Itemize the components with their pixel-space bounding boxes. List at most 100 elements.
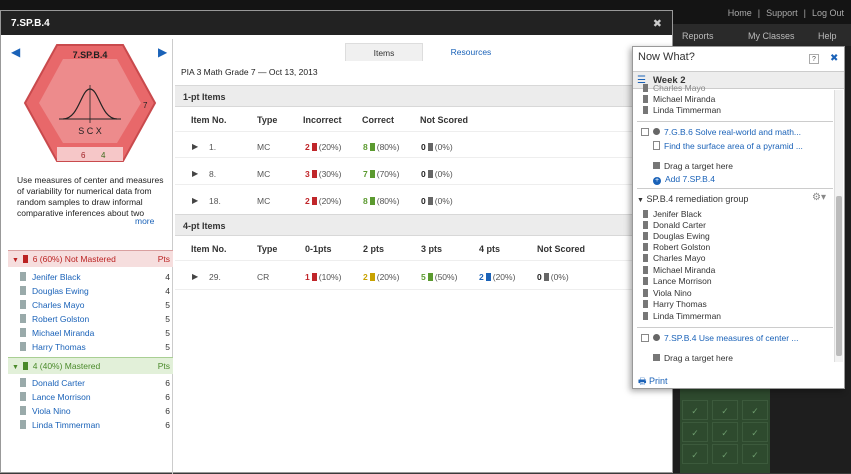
list-item: Lance Morrison <box>643 276 712 287</box>
student-row[interactable]: Viola Nino 6 <box>20 404 170 418</box>
four-pt-section-header: 4-pt Items <box>175 214 673 236</box>
group-label: 6 (60%) Not Mastered <box>32 254 116 264</box>
col-2pts: 2 pts <box>363 244 385 254</box>
person-icon <box>427 273 433 281</box>
student-row[interactable]: Lance Morrison 6 <box>20 390 170 404</box>
person-icon <box>643 312 648 320</box>
home-link[interactable]: Home <box>728 8 752 18</box>
person-icon <box>20 378 26 387</box>
list-item: Harry Thomas <box>643 299 707 310</box>
person-icon <box>369 273 375 281</box>
collapse-triangle-icon: ▼ <box>637 197 644 204</box>
student-row[interactable]: Linda Timmerman 6 <box>20 418 170 432</box>
close-icon[interactable]: ✖ <box>653 17 662 30</box>
add-standard-button[interactable]: + Add 7.SP.B.4 <box>653 174 715 185</box>
checkbox[interactable] <box>641 334 649 342</box>
person-icon <box>20 420 26 429</box>
grid-check: ✓ <box>682 400 708 420</box>
person-icon <box>643 277 648 285</box>
col-4pts: 4 pts <box>479 244 501 254</box>
close-panel-icon[interactable]: ✖ <box>830 53 838 64</box>
standard-sidebar: ◀ ▶ 7.SP.B.4 S C X 7 6 4 Use measures of… <box>8 39 173 474</box>
scrollbar-thumb[interactable] <box>836 196 842 356</box>
person-icon <box>643 243 648 251</box>
student-row[interactable]: Robert Golston 5 <box>20 312 170 326</box>
now-what-panel: Now What? ? ✖ ☰ Week 2 Charles Mayo Mich… <box>632 46 845 389</box>
student-row[interactable]: Harry Thomas 5 <box>20 340 170 354</box>
tab-reports[interactable]: Reports <box>682 28 714 44</box>
next-standard-icon[interactable]: ▶ <box>158 45 167 59</box>
items-panel: Items Resources PIA 3 Math Grade 7 — Oct… <box>175 39 673 474</box>
logout-link[interactable]: Log Out <box>812 8 844 18</box>
resource-row[interactable]: Find the surface area of a pyramid ... <box>653 141 803 152</box>
student-row[interactable]: Douglas Ewing 4 <box>20 284 170 298</box>
drag-target[interactable]: Drag a target here <box>653 161 733 172</box>
student-row[interactable]: Charles Mayo 5 <box>20 298 170 312</box>
background-tabs: Reports My Classes Help <box>672 24 851 46</box>
prev-standard-icon[interactable]: ◀ <box>11 45 20 59</box>
scrollbar[interactable] <box>834 90 843 362</box>
target-row[interactable]: 7.G.B.6 Solve real-world and math... <box>641 127 801 138</box>
tab-my-classes[interactable]: My Classes <box>748 28 795 44</box>
tab-items[interactable]: Items <box>345 43 423 61</box>
background-grid: ✓ ✓ ✓ ✓ ✓ ✓ ✓ ✓ ✓ <box>680 385 770 473</box>
support-link[interactable]: Support <box>766 8 798 18</box>
grid-check: ✓ <box>742 400 768 420</box>
person-icon <box>427 197 433 205</box>
grid-check: ✓ <box>682 422 708 442</box>
student-row[interactable]: Donald Carter 6 <box>20 376 170 390</box>
not-mastered-group-header[interactable]: ▼ 6 (60%) Not Mastered Pts <box>8 250 173 267</box>
modal-title: 7.SP.B.4 <box>11 18 50 29</box>
drag-target[interactable]: Drag a target here <box>653 353 733 364</box>
collapse-triangle-icon[interactable]: ▼ <box>12 364 19 371</box>
col-not-scored: Not Scored <box>420 115 469 125</box>
person-icon <box>369 197 375 205</box>
person-icon <box>311 273 317 281</box>
document-icon <box>653 141 660 150</box>
person-icon <box>543 273 549 281</box>
help-icon[interactable]: ? <box>809 54 819 64</box>
list-item: Douglas Ewing <box>643 231 710 242</box>
person-icon <box>643 300 648 308</box>
now-what-title: Now What? <box>638 51 695 63</box>
grid-check: ✓ <box>742 444 768 464</box>
target-row[interactable]: 7.SP.B.4 Use measures of center ... <box>641 333 799 344</box>
printer-icon: 🖶 <box>638 376 647 386</box>
expand-triangle-icon[interactable]: ▶ <box>192 142 198 151</box>
col-3pts: 3 pts <box>421 244 443 254</box>
badge-count-right: 7 <box>143 101 148 110</box>
expand-triangle-icon[interactable]: ▶ <box>192 169 198 178</box>
expand-triangle-icon[interactable]: ▶ <box>192 196 198 205</box>
person-icon <box>643 266 648 274</box>
gear-icon[interactable]: ⚙▾ <box>812 192 826 203</box>
collapse-triangle-icon[interactable]: ▼ <box>12 257 19 264</box>
student-row[interactable]: Michael Miranda 5 <box>20 326 170 340</box>
student-row[interactable]: Jenifer Black 4 <box>20 270 170 284</box>
remediation-group-header[interactable]: ▼ SP.B.4 remediation group <box>637 194 748 204</box>
standard-detail-modal: 7.SP.B.4 ✖ ◀ ▶ 7.SP.B.4 S C X 7 6 4 Use … <box>0 10 673 474</box>
person-icon <box>643 106 648 114</box>
person-icon <box>20 286 26 295</box>
mastered-group-header[interactable]: ▼ 4 (40%) Mastered Pts <box>8 357 173 374</box>
pts-header: Pts <box>157 254 170 264</box>
person-icon <box>643 221 648 229</box>
person-icon <box>23 362 29 370</box>
person-icon <box>643 210 648 218</box>
standard-dot-icon <box>653 334 660 341</box>
person-icon <box>485 273 491 281</box>
person-icon <box>643 84 648 92</box>
col-correct: Correct <box>362 115 395 125</box>
print-button[interactable]: 🖶 Print <box>638 374 668 390</box>
col-incorrect: Incorrect <box>303 115 342 125</box>
more-link[interactable]: more <box>135 216 154 226</box>
person-icon <box>20 392 26 401</box>
drop-zone-icon <box>653 162 660 169</box>
person-icon <box>369 170 375 178</box>
checkbox[interactable] <box>641 128 649 136</box>
tab-resources[interactable]: Resources <box>441 43 501 61</box>
col-0-1pts: 0-1pts <box>305 244 332 254</box>
col-type: Type <box>257 244 278 254</box>
tab-help[interactable]: Help <box>818 28 837 44</box>
expand-triangle-icon[interactable]: ▶ <box>192 272 198 281</box>
standard-dot-icon <box>653 128 660 135</box>
